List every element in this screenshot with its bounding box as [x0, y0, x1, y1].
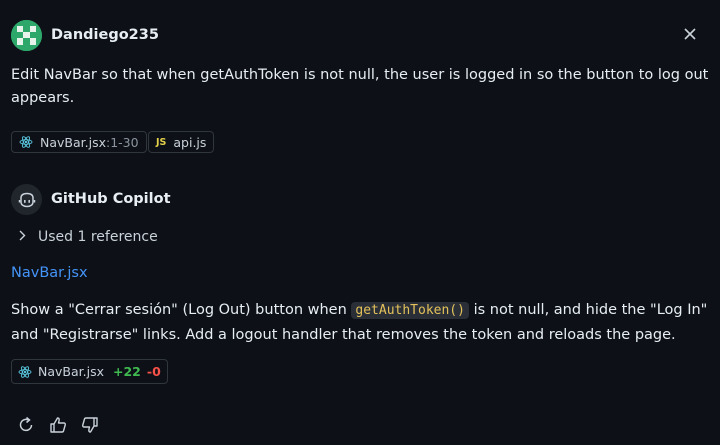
assistant-name: GitHub Copilot: [51, 191, 171, 207]
file-link[interactable]: NavBar.jsx: [11, 265, 88, 281]
inline-code: getAuthToken(): [351, 302, 469, 319]
react-icon: [19, 135, 33, 149]
edited-file-name: NavBar.jsx: [38, 364, 104, 379]
react-icon: [18, 365, 32, 379]
retry-icon[interactable]: [16, 415, 36, 435]
attachment-navbar[interactable]: NavBar.jsx:1-30: [11, 131, 147, 153]
lines-added: +22: [113, 364, 141, 379]
used-references-toggle[interactable]: Used 1 reference: [18, 229, 158, 245]
user-message: Edit NavBar so that when getAuthToken is…: [11, 67, 709, 106]
close-icon[interactable]: [680, 26, 700, 46]
response-text: Show a "Cerrar sesión" (Log Out) button …: [11, 302, 352, 318]
thumbs-up-icon[interactable]: [48, 415, 68, 435]
attachment-name: NavBar.jsx: [40, 134, 106, 150]
thumbs-down-icon[interactable]: [80, 415, 100, 435]
attachment-name: api.js: [173, 134, 207, 150]
attachment-range: :1-30: [106, 134, 139, 150]
js-icon: JS: [156, 136, 167, 148]
used-references-label: Used 1 reference: [38, 229, 158, 245]
user-avatar: [11, 20, 42, 51]
copilot-avatar: [11, 184, 42, 215]
chevron-right-icon: [18, 229, 26, 245]
attachment-api[interactable]: JS api.js: [148, 131, 215, 153]
response-actions: [16, 415, 100, 435]
assistant-response: Show a "Cerrar sesión" (Log Out) button …: [11, 298, 711, 348]
lines-removed: -0: [146, 364, 161, 379]
edited-file-chip[interactable]: NavBar.jsx +22 -0: [11, 359, 168, 384]
user-name: Dandiego235: [51, 27, 159, 43]
